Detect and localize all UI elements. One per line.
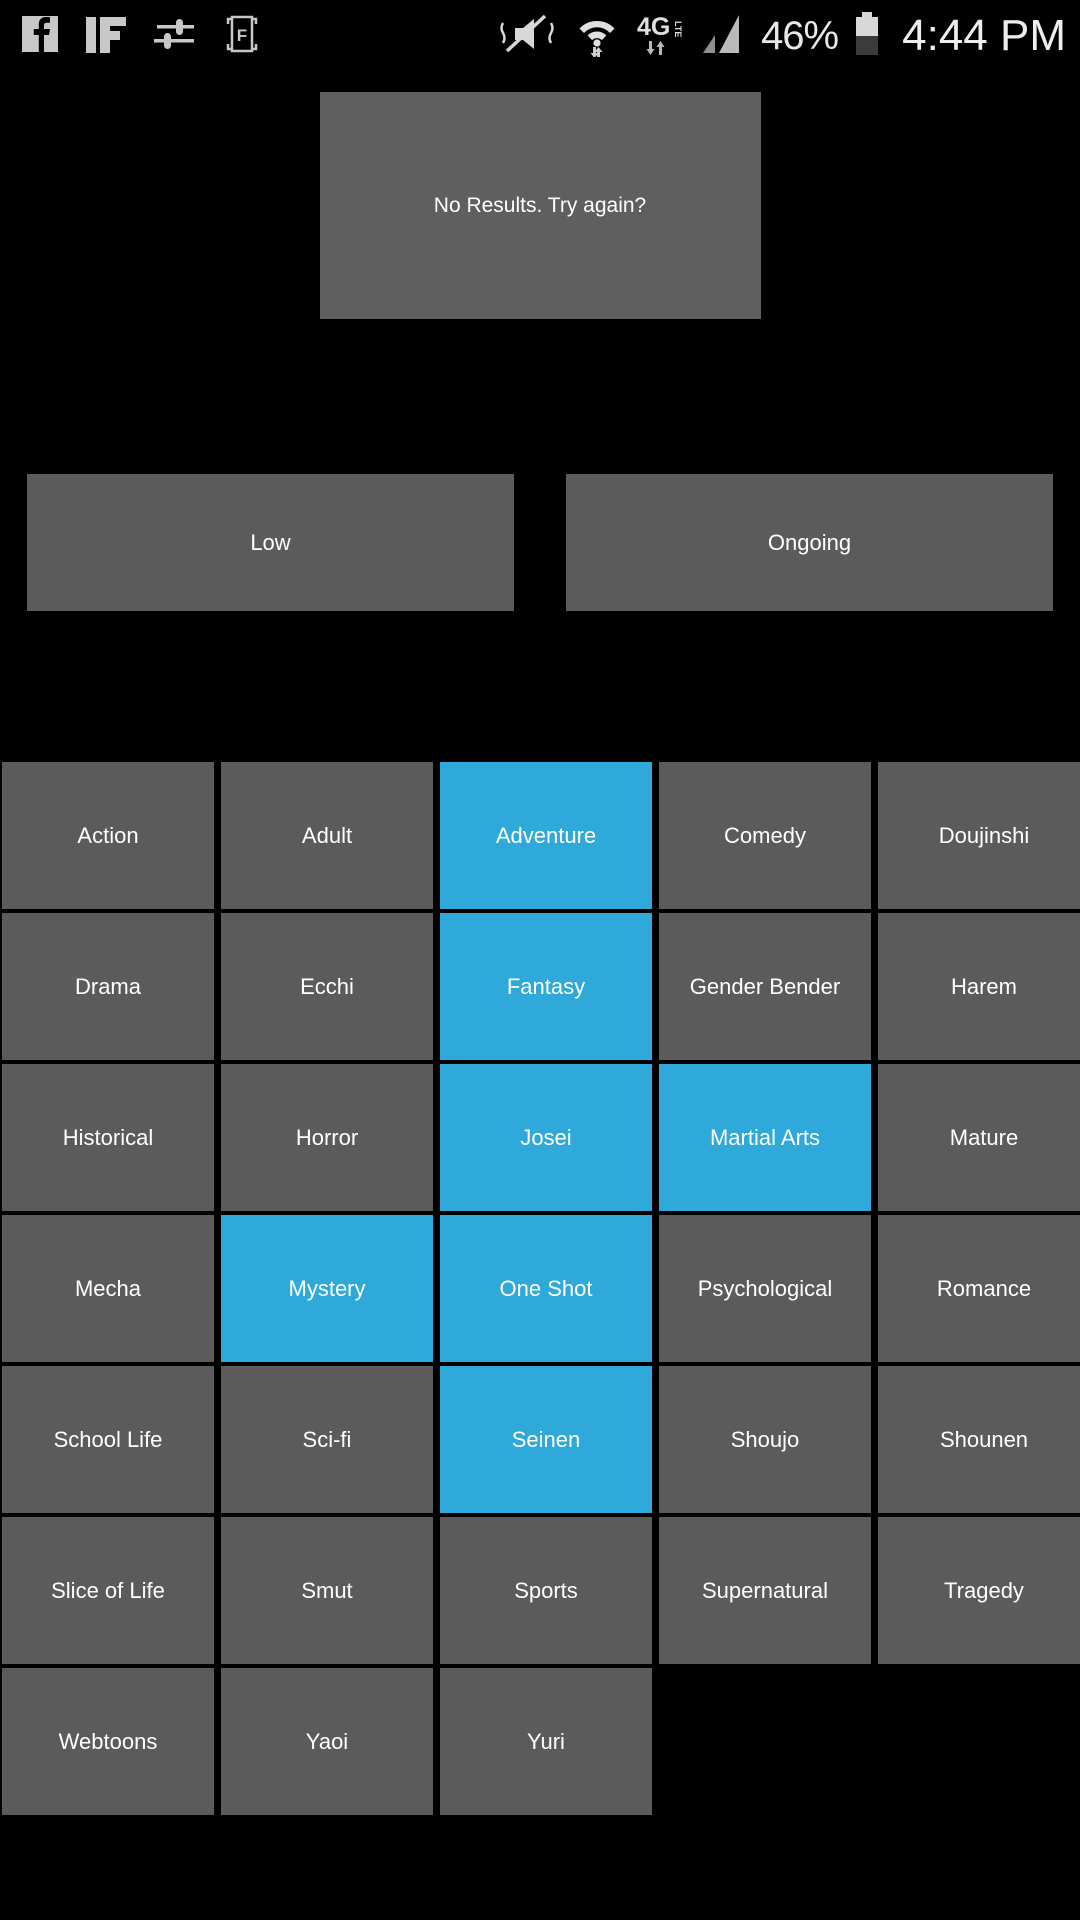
genre-tile-mecha[interactable]: Mecha xyxy=(2,1215,214,1362)
genre-tile-yaoi[interactable]: Yaoi xyxy=(221,1668,433,1815)
4g-lte-icon: 4G LTE xyxy=(635,11,687,62)
genre-tile-one-shot[interactable]: One Shot xyxy=(440,1215,652,1362)
genre-tile-gender-bender[interactable]: Gender Bender xyxy=(659,913,871,1060)
battery-icon xyxy=(852,10,882,63)
genre-tile-shoujo[interactable]: Shoujo xyxy=(659,1366,871,1513)
status-bar-system-icons: 4G LTE 46% 4:44 PM xyxy=(497,0,1066,72)
status-bar-notification-icons: F xyxy=(0,12,264,61)
genre-tile-doujinshi[interactable]: Doujinshi xyxy=(878,762,1080,909)
genre-tile-yuri[interactable]: Yuri xyxy=(440,1668,652,1815)
results-area: No Results. Try again? xyxy=(0,72,1080,372)
equalizer-sliders-icon xyxy=(152,13,196,60)
genre-tile-historical[interactable]: Historical xyxy=(2,1064,214,1211)
vibrate-mute-icon xyxy=(497,11,559,62)
wifi-icon xyxy=(573,11,621,62)
genre-tile-tragedy[interactable]: Tragedy xyxy=(878,1517,1080,1664)
genre-tile-fantasy[interactable]: Fantasy xyxy=(440,913,652,1060)
genre-tile-harem[interactable]: Harem xyxy=(878,913,1080,1060)
genre-tile-webtoons[interactable]: Webtoons xyxy=(2,1668,214,1815)
genre-tile-adventure[interactable]: Adventure xyxy=(440,762,652,909)
genre-tile-smut[interactable]: Smut xyxy=(221,1517,433,1664)
clock-label: 4:44 PM xyxy=(902,11,1066,60)
svg-text:F: F xyxy=(237,26,247,45)
rating-filter-button[interactable]: Low xyxy=(27,474,514,611)
f-bracket-icon: F xyxy=(220,12,264,61)
genre-tile-adult[interactable]: Adult xyxy=(221,762,433,909)
status-filter-button[interactable]: Ongoing xyxy=(566,474,1053,611)
genre-tile-school-life[interactable]: School Life xyxy=(2,1366,214,1513)
genre-tile-sci-fi[interactable]: Sci-fi xyxy=(221,1366,433,1513)
genre-tile-slice-of-life[interactable]: Slice of Life xyxy=(2,1517,214,1664)
genre-tile-romance[interactable]: Romance xyxy=(878,1215,1080,1362)
svg-text:LTE: LTE xyxy=(673,21,683,37)
genre-tile-shounen[interactable]: Shounen xyxy=(878,1366,1080,1513)
genre-tile-seinen[interactable]: Seinen xyxy=(440,1366,652,1513)
genre-tile-sports[interactable]: Sports xyxy=(440,1517,652,1664)
genre-tile-ecchi[interactable]: Ecchi xyxy=(221,913,433,1060)
if-app-icon xyxy=(84,13,128,60)
genre-tile-action[interactable]: Action xyxy=(2,762,214,909)
genre-tile-psychological[interactable]: Psychological xyxy=(659,1215,871,1362)
genre-tile-drama[interactable]: Drama xyxy=(2,913,214,1060)
no-results-message: No Results. Try again? xyxy=(433,193,647,217)
genre-tile-mystery[interactable]: Mystery xyxy=(221,1215,433,1362)
facebook-icon xyxy=(20,13,60,60)
genre-tile-mature[interactable]: Mature xyxy=(878,1064,1080,1211)
no-results-panel[interactable]: No Results. Try again? xyxy=(319,92,761,319)
genre-tile-martial-arts[interactable]: Martial Arts xyxy=(659,1064,871,1211)
genre-tile-josei[interactable]: Josei xyxy=(440,1064,652,1211)
genre-tile-comedy[interactable]: Comedy xyxy=(659,762,871,909)
status-bar: F 4G LTE 46% 4:44 PM xyxy=(0,0,1080,72)
genre-grid: Action Adult Adventure Comedy Doujinshi Drama… xyxy=(0,762,1080,1815)
battery-percent-label: 46% xyxy=(761,14,839,58)
filter-row: Low Ongoing xyxy=(0,474,1080,611)
genre-tile-supernatural[interactable]: Supernatural xyxy=(659,1517,871,1664)
svg-text:4G: 4G xyxy=(637,13,670,41)
genre-tile-horror[interactable]: Horror xyxy=(221,1064,433,1211)
cellular-signal-icon xyxy=(701,11,747,62)
